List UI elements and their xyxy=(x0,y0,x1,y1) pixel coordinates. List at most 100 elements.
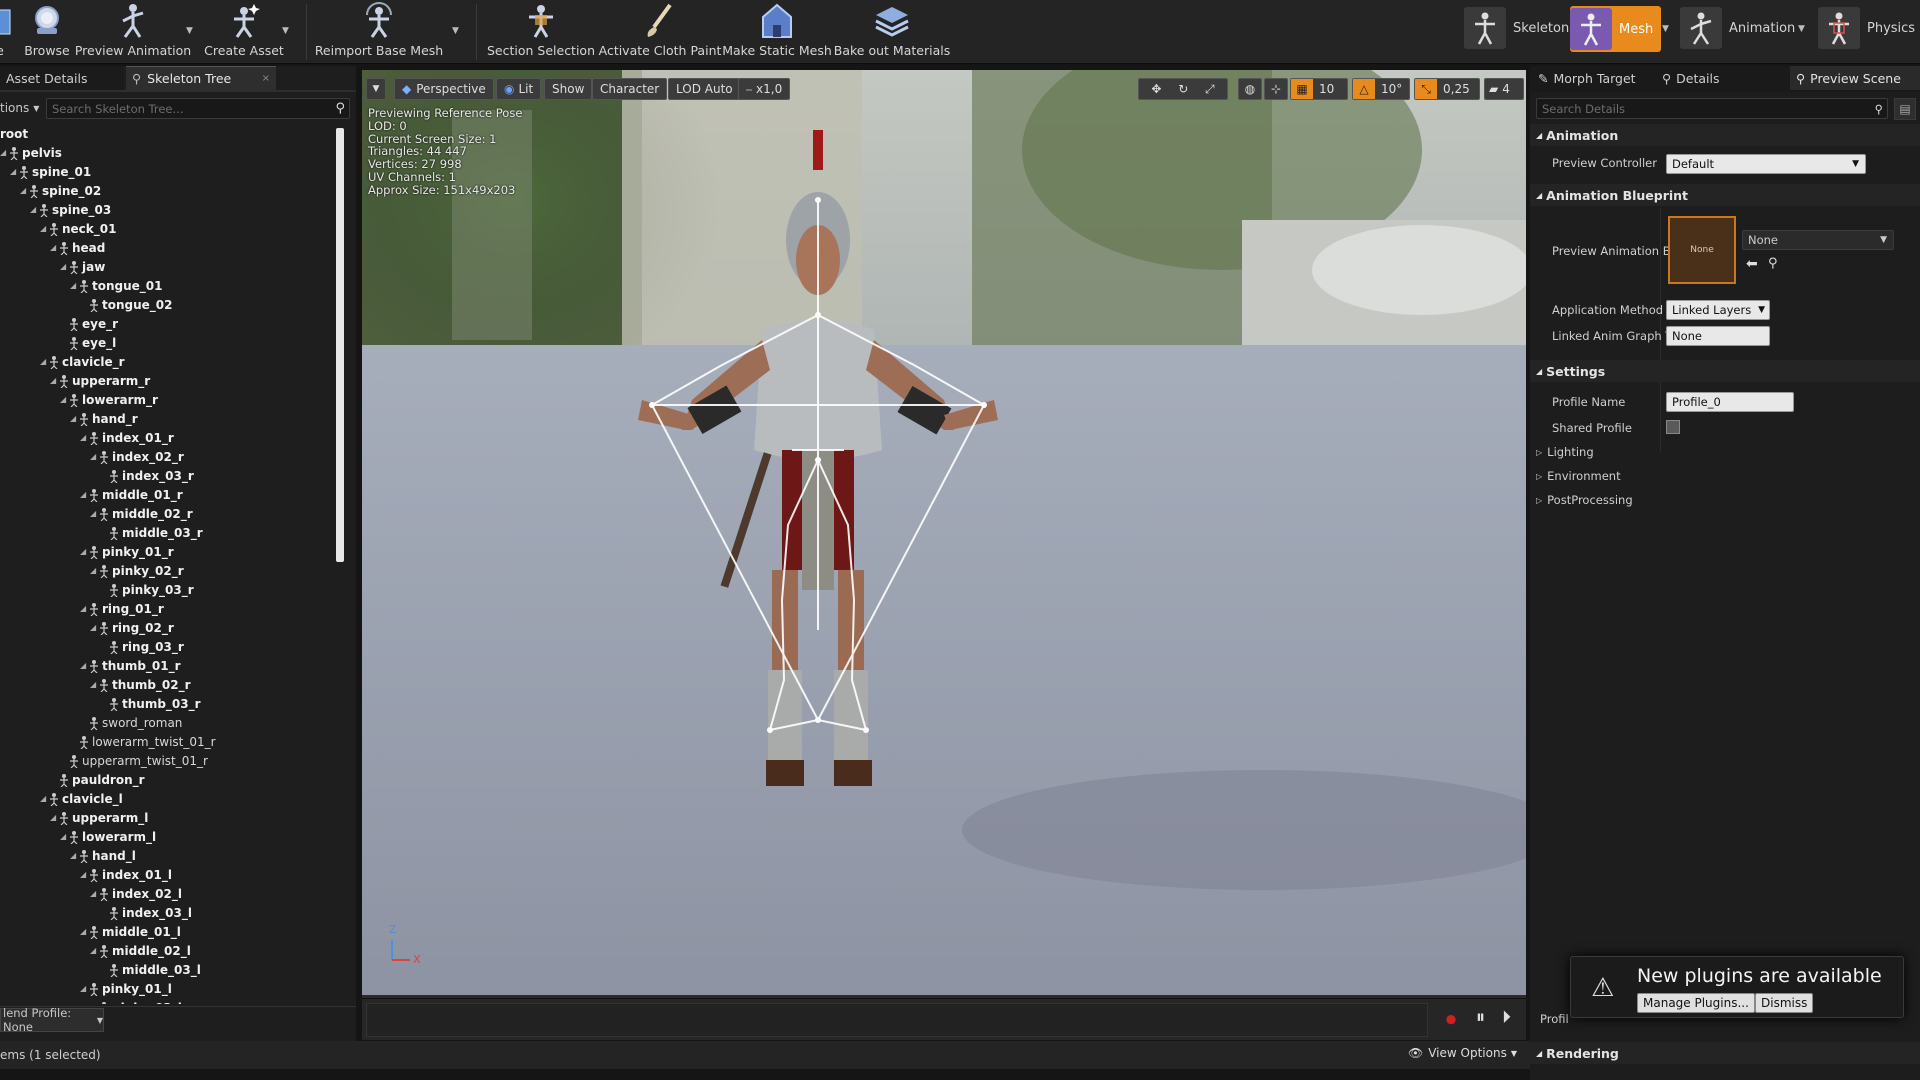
step-forward-icon[interactable]: ⏵ xyxy=(1502,1007,1511,1028)
bone-row[interactable]: ◢ index_02_l xyxy=(0,884,182,903)
playback-speed-button[interactable]: ⎯ x1,0 xyxy=(738,78,791,100)
bone-row[interactable]: eye_r xyxy=(0,314,118,333)
scale-icon[interactable]: ⤢ xyxy=(1205,82,1215,97)
bone-row[interactable]: ◢ middle_02_l xyxy=(0,941,191,960)
expand-toggle-icon[interactable]: ◢ xyxy=(50,243,59,252)
bone-row[interactable]: ◢ head xyxy=(0,238,105,257)
mode-animation[interactable]: Animation xyxy=(1680,6,1795,50)
bone-row[interactable]: pinky_03_r xyxy=(0,580,194,599)
expand-toggle-icon[interactable]: ◢ xyxy=(90,623,99,632)
tab-asset-details[interactable]: Asset Details xyxy=(0,66,124,90)
bone-row[interactable]: ◢ index_01_r xyxy=(0,428,174,447)
expand-toggle-icon[interactable]: ◢ xyxy=(20,186,29,195)
browse-asset-search-icon[interactable]: ⚲ xyxy=(1768,256,1778,271)
record-icon[interactable]: ⏺ xyxy=(1446,1007,1456,1031)
bone-row[interactable]: ◢ spine_02 xyxy=(0,181,101,200)
mode-mesh[interactable]: Mesh xyxy=(1570,6,1662,52)
expand-toggle-icon[interactable]: ◢ xyxy=(90,509,99,518)
bone-row[interactable]: ◢ upperarm_l xyxy=(0,808,148,827)
bone-row[interactable]: middle_03_l xyxy=(0,960,201,979)
bone-row[interactable]: ◢ thumb_01_r xyxy=(0,656,181,675)
section-settings[interactable]: ◢ Settings xyxy=(1530,360,1920,382)
bone-row[interactable]: ◢ lowerarm_r xyxy=(0,390,158,409)
bone-row[interactable]: ◢ hand_r xyxy=(0,409,138,428)
anim-bp-thumbnail[interactable]: None xyxy=(1668,216,1736,284)
expand-toggle-icon[interactable]: ◢ xyxy=(50,813,59,822)
application-method-dropdown[interactable]: Linked Layers ▼ xyxy=(1666,300,1770,320)
bone-row[interactable]: ◢ ring_02_r xyxy=(0,618,174,637)
expand-toggle-icon[interactable]: ◢ xyxy=(60,832,69,841)
bone-row[interactable]: ◢ thumb_02_r xyxy=(0,675,191,694)
expand-toggle-icon[interactable]: ◢ xyxy=(60,395,69,404)
preview-controller-dropdown[interactable]: Default ▼ xyxy=(1666,154,1866,174)
bone-row[interactable]: root xyxy=(0,124,28,143)
expand-toggle-icon[interactable]: ◢ xyxy=(80,433,89,442)
bone-row[interactable]: ◢ middle_02_r xyxy=(0,504,193,523)
reimport-base-mesh-button[interactable]: Reimport Base Mesh xyxy=(315,0,443,64)
blend-profile-dropdown[interactable]: lend Profile: None ▼ xyxy=(0,1006,104,1034)
bone-row[interactable]: ◢ spine_01 xyxy=(0,162,91,181)
expand-toggle-icon[interactable]: ◢ xyxy=(70,414,79,423)
expand-toggle-icon[interactable]: ◢ xyxy=(40,794,49,803)
mode-physics[interactable]: Physics xyxy=(1818,6,1915,50)
bone-row[interactable]: ◢ neck_01 xyxy=(0,219,116,238)
expand-toggle-icon[interactable]: ◢ xyxy=(80,927,89,936)
expand-toggle-icon[interactable]: ◢ xyxy=(40,357,49,366)
browse-button[interactable]: Browse xyxy=(24,0,70,64)
bone-row[interactable]: ◢ index_01_l xyxy=(0,865,172,884)
perspective-button[interactable]: ◆ Perspective xyxy=(394,78,494,100)
make-static-mesh-button[interactable]: Make Static Mesh xyxy=(722,0,832,64)
close-tab-icon[interactable]: × xyxy=(262,73,270,84)
bake-out-materials-button[interactable]: Bake out Materials xyxy=(834,0,950,64)
expand-toggle-icon[interactable]: ◢ xyxy=(80,661,89,670)
viewport[interactable]: Z X ▼ ◆ Perspective ◉ Lit Show Character L… xyxy=(362,70,1526,998)
manage-plugins-button[interactable]: Manage Plugins... xyxy=(1637,993,1755,1013)
expand-toggle-icon[interactable]: ◢ xyxy=(80,490,89,499)
expand-toggle-icon[interactable]: ◢ xyxy=(80,604,89,613)
rotate-icon[interactable]: ↻ xyxy=(1178,82,1188,96)
section-selection-button[interactable]: Section Selection xyxy=(487,0,595,64)
expand-toggle-icon[interactable]: ◢ xyxy=(40,224,49,233)
expand-toggle-icon[interactable]: ◢ xyxy=(0,148,9,157)
view-options-button[interactable]: 👁 View Options ▼ xyxy=(1408,1046,1517,1060)
bone-row[interactable]: ◢ pinky_01_l xyxy=(0,979,172,998)
skeleton-search-input[interactable]: Search Skeleton Tree... ⚲ xyxy=(46,98,350,119)
bone-row[interactable]: pinky_02_l xyxy=(0,998,182,1004)
anim-bp-asset-dropdown[interactable]: None ▼ xyxy=(1742,230,1894,250)
activate-cloth-paint-button[interactable]: Activate Cloth Paint xyxy=(599,0,721,64)
bone-row[interactable]: tongue_02 xyxy=(0,295,173,314)
scale-snap-control[interactable]: ⤡ 0,25 xyxy=(1414,78,1480,100)
expand-toggle-icon[interactable]: ◢ xyxy=(80,984,89,993)
mesh-mode-dropdown-icon[interactable]: ▼ xyxy=(1662,24,1669,34)
expand-toggle-icon[interactable]: ◢ xyxy=(70,851,79,860)
expand-toggle-icon[interactable]: ◢ xyxy=(30,205,39,214)
bone-row[interactable]: index_03_r xyxy=(0,466,194,485)
lit-button[interactable]: ◉ Lit xyxy=(496,78,542,100)
bone-row[interactable]: upperarm_twist_01_r xyxy=(0,751,208,770)
lighting-expander[interactable]: ▷ Lighting xyxy=(1536,445,1594,459)
dismiss-button[interactable]: Dismiss xyxy=(1755,993,1814,1013)
surface-snap-toggle[interactable]: ⊹ xyxy=(1264,78,1288,100)
tree-scrollbar[interactable] xyxy=(336,128,344,562)
tab-details[interactable]: ⚲ Details xyxy=(1656,66,1786,90)
expand-toggle-icon[interactable]: ◢ xyxy=(90,452,99,461)
expand-toggle-icon[interactable]: ◢ xyxy=(10,167,19,176)
bone-row[interactable]: ◢ lowerarm_l xyxy=(0,827,156,846)
bone-row[interactable]: pauldron_r xyxy=(0,770,145,789)
animation-mode-dropdown-icon[interactable]: ▼ xyxy=(1798,24,1805,34)
bone-row[interactable]: ◢ index_02_r xyxy=(0,447,184,466)
bone-row[interactable]: ring_03_r xyxy=(0,637,184,656)
section-animation[interactable]: ◢ Animation xyxy=(1530,124,1920,146)
show-button[interactable]: Show xyxy=(544,78,593,100)
expand-toggle-icon[interactable]: ◢ xyxy=(80,870,89,879)
transform-tools[interactable]: ✥ ↻ ⤢ xyxy=(1138,78,1228,100)
tab-morph-target[interactable]: ✎ Morph Target xyxy=(1532,66,1654,90)
expand-toggle-icon[interactable]: ◢ xyxy=(90,946,99,955)
bone-row[interactable]: ◢ pelvis xyxy=(0,143,62,162)
world-local-toggle[interactable]: ◍ xyxy=(1238,78,1262,100)
expand-toggle-icon[interactable]: ◢ xyxy=(90,680,99,689)
preview-animation-dropdown-icon[interactable]: ▼ xyxy=(186,26,193,36)
expand-toggle-icon[interactable]: ◢ xyxy=(70,281,79,290)
reimport-dropdown-icon[interactable]: ▼ xyxy=(452,26,459,36)
bone-row[interactable]: ◢ clavicle_r xyxy=(0,352,125,371)
